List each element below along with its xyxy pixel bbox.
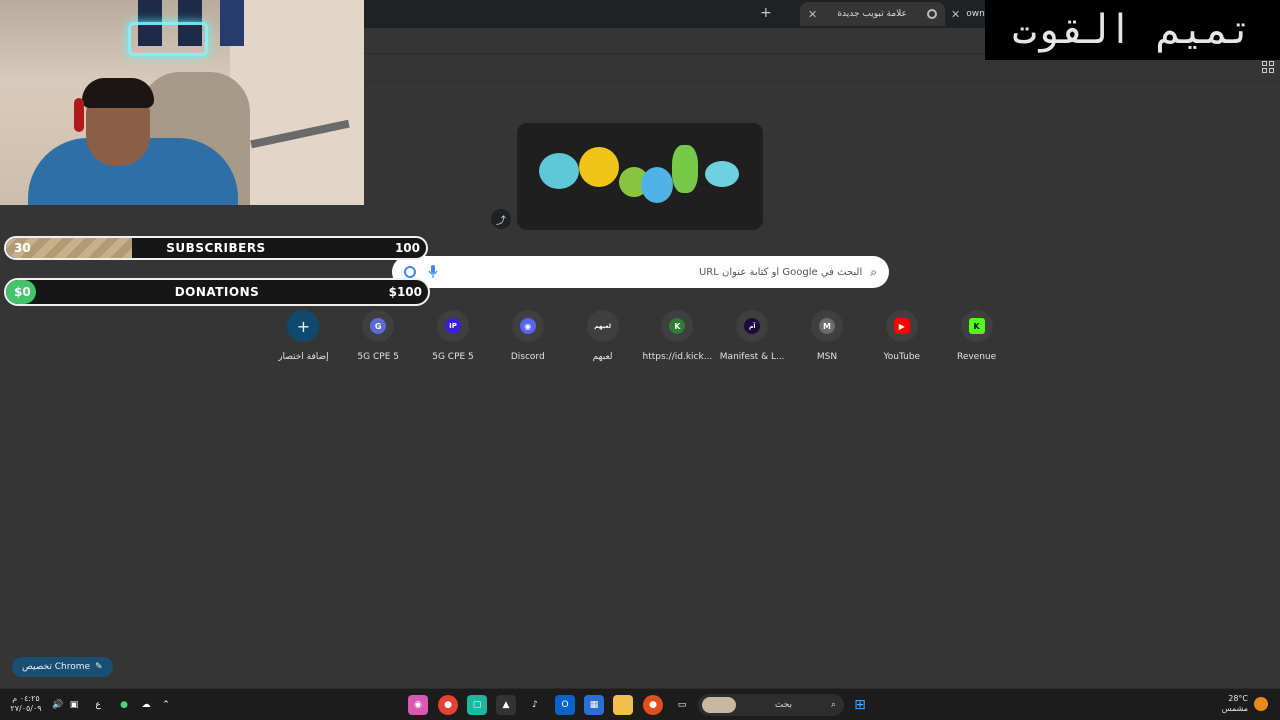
share-doodle-button[interactable]: ⤴ [491,209,511,229]
sun-icon [1254,697,1268,711]
donations-goal-bar: $0 DONATIONS $100 [4,278,430,306]
discord-taskbar-icon[interactable]: ◉ [408,695,428,715]
shortcut-5g-cpe-ip[interactable]: IP 5G CPE 5 [416,310,491,370]
customize-label: تخصيص Chrome [22,662,91,672]
tab-new-tab[interactable]: ✕ علامة تبويب جديدة [800,2,945,26]
kick-icon: K [968,318,985,334]
chrome-taskbar-icon[interactable]: ● [438,695,458,715]
display-icon[interactable]: ▣ [64,695,84,715]
donations-goal: $100 [388,285,422,299]
streamer-name: تميم القوت [985,0,1280,60]
shortcut-youtube[interactable]: ▶ YouTube [864,310,939,370]
microphone-icon[interactable]: ● [114,695,134,715]
shortcut-label: 5G CPE 5 [357,352,399,362]
taskbar-search-label: بحث [774,700,793,710]
search-highlight-image [702,697,736,713]
chrome-icon [927,9,937,19]
chevron-up-icon[interactable]: ⌃ [156,695,176,715]
search-input[interactable] [444,266,863,278]
google-lens-icon[interactable] [404,266,416,278]
time: ٠٤:٢٥ م [12,694,40,703]
plus-icon: + [296,316,311,336]
apps-grid-icon[interactable] [1262,61,1274,73]
shortcut-5g-cpe-g[interactable]: G 5G CPE 5 [341,310,416,370]
discord-icon: ◉ [519,318,536,334]
shortcut-label: YouTube [883,352,921,362]
search-icon: ⌕ [830,700,836,710]
donations-label: DONATIONS [174,285,260,299]
close-tab-icon[interactable]: ✕ [951,8,960,21]
store-taskbar-icon[interactable]: ▦ [584,695,604,715]
shortcut-kick-id[interactable]: K https://id.kick... [640,310,715,370]
new-tab-button[interactable]: + [760,5,772,21]
shortcut-revenue[interactable]: K Revenue [939,310,1014,370]
manifest-icon: آم [744,318,761,334]
add-shortcut-button[interactable]: + إضافة اختصار [266,310,341,370]
laabhum-icon: لعبهم [594,322,611,330]
start-icon[interactable]: ⊞ [850,695,870,715]
weather-temp: 28°C [1228,694,1248,703]
subscribers-goal-bar: 30 SUBSCRIBERS 100 [4,236,428,260]
taskbar-search[interactable]: بحث ⌕ [698,694,844,716]
pencil-icon: ✎ [95,662,103,672]
add-shortcut-label: إضافة اختصار [278,352,329,362]
outlook-taskbar-icon[interactable]: O [555,695,575,715]
voice-search-icon[interactable] [428,265,438,279]
msn-icon: M [818,318,835,334]
shortcut-label: Revenue [956,352,997,362]
subscribers-label: SUBSCRIBERS [166,241,266,255]
clock[interactable]: ٠٤:٢٥ م ٢٧/٠٥/٠٩ [8,694,44,714]
shortcut-label: 5G CPE 5 [432,352,474,362]
shortcut-discord[interactable]: ◉ Discord [490,310,565,370]
subscribers-goal: 100 [394,241,420,255]
neon-sign [128,22,208,56]
shortcut-laabhum[interactable]: لعبهم لعبهم [565,310,640,370]
youtube-icon: ▶ [893,318,910,334]
webcam-feed [0,0,364,205]
shortcut-tiles: K Revenue ▶ YouTube M MSN آم Manifest & … [266,310,1014,370]
kick-id-icon: K [669,318,686,334]
cloud-icon[interactable]: ☁ [136,695,156,715]
shortcut-label: MSN [816,352,838,362]
app2-taskbar-icon[interactable]: ▲ [496,695,516,715]
shortcut-label: Manifest & L... [719,352,785,362]
taskbar: ٠٤:٢٥ م ٢٧/٠٥/٠٩ 🔊 ▣ ع ● ☁ ⌃ ◉ ● ▢ ▲ ♪ O… [0,688,1280,720]
shortcut-msn[interactable]: M MSN [790,310,865,370]
headset [74,98,84,132]
weather-desc: مشمس [1221,704,1248,713]
weather-widget[interactable]: 28°C مشمس [1218,694,1248,714]
app-taskbar-icon[interactable]: ▢ [467,695,487,715]
ip-icon: IP [444,318,461,334]
shortcut-label: لعبهم [592,352,613,362]
search-bar[interactable]: ⌕ [392,256,889,288]
close-tab-icon[interactable]: ✕ [808,8,817,21]
file-explorer-icon[interactable] [613,695,633,715]
google-doodle[interactable] [517,123,763,230]
date: ٢٧/٠٥/٠٩ [10,704,42,713]
language-indicator[interactable]: ع [88,695,108,715]
tab-owns[interactable]: ✕ owns_ [945,2,994,26]
g-icon: G [370,318,387,334]
shortcut-manifest[interactable]: آم Manifest & L... [715,310,790,370]
search-icon: ⌕ [870,264,877,279]
tiktok-taskbar-icon[interactable]: ♪ [525,695,545,715]
shortcut-label: https://id.kick... [642,352,713,362]
tab-title: علامة تبويب جديدة [837,9,907,19]
share-icon: ⤴ [496,215,506,227]
task-view-icon[interactable]: ▭ [672,695,692,715]
shortcut-label: Discord [510,352,545,362]
customize-chrome-button[interactable]: تخصيص Chrome ✎ [12,657,113,677]
app3-taskbar-icon[interactable]: ● [643,695,663,715]
